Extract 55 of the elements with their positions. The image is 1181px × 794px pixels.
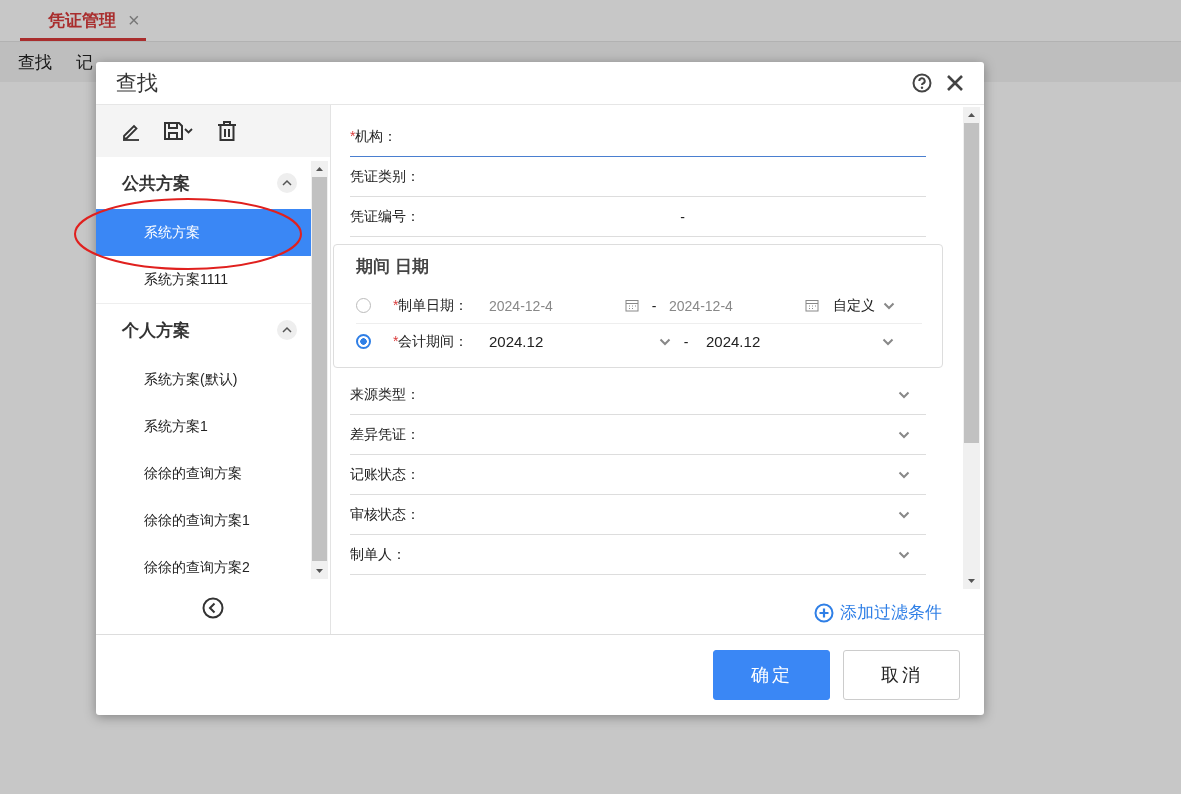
chevron-down-icon [898, 550, 910, 559]
chevron-down-icon [659, 337, 671, 346]
scrollbar[interactable] [963, 107, 980, 589]
panel-title: 期间 日期 [356, 256, 430, 278]
select-field[interactable]: 差异凭证： [350, 415, 926, 455]
field-label: *制单日期： [393, 296, 470, 315]
scheme-item[interactable]: 徐徐的查询方案2 [96, 544, 311, 591]
range-separator: - [680, 208, 685, 225]
select-field[interactable]: 来源类型： [350, 375, 926, 415]
select-field[interactable]: 记账状态： [350, 455, 926, 495]
help-icon[interactable] [912, 73, 932, 93]
add-filter-link[interactable]: 添加过滤条件 [814, 601, 942, 624]
menu-item[interactable]: 查找 [18, 50, 52, 74]
collapse-toggle-icon[interactable] [277, 173, 297, 193]
form-field[interactable]: *机构： [350, 117, 926, 157]
confirm-button[interactable]: 确定 [713, 650, 830, 700]
chevron-down-icon [898, 430, 910, 439]
group-title: 个人方案 [122, 319, 190, 342]
select-field[interactable]: 制单人： [350, 535, 926, 575]
range-separator: - [650, 297, 658, 314]
chevron-down-icon [898, 470, 910, 479]
menu-item[interactable]: 记 [76, 50, 93, 74]
chevron-down-icon [882, 337, 894, 346]
form-field[interactable]: 凭证类别： [350, 157, 926, 197]
scheme-item[interactable]: 系统方案1 [96, 403, 311, 450]
select-field[interactable]: 审核状态： [350, 495, 926, 535]
cancel-button[interactable]: 取消 [843, 650, 960, 700]
dialog-title: 查找 [116, 70, 158, 96]
chevron-down-icon [883, 301, 895, 310]
trash-icon[interactable] [217, 121, 237, 141]
radio-button[interactable] [356, 334, 371, 349]
collapse-toggle-icon[interactable] [277, 320, 297, 340]
field-label: *会计期间： [393, 332, 470, 351]
preset-dropdown[interactable]: 自定义 [833, 296, 895, 315]
chevron-down-icon [898, 510, 910, 519]
chevron-down-icon [898, 390, 910, 399]
scrollbar[interactable] [311, 161, 328, 579]
form-field[interactable]: 凭证编号： - [350, 197, 926, 237]
calendar-icon [625, 299, 639, 312]
scheme-item[interactable]: 系统方案 [96, 209, 311, 256]
scheme-item[interactable]: 徐徐的查询方案 [96, 450, 311, 497]
date-field[interactable]: 2024-12-4 [669, 297, 819, 314]
save-icon[interactable] [163, 121, 195, 141]
range-separator: - [682, 333, 690, 350]
period-dropdown[interactable]: 2024.12 [489, 333, 671, 350]
group-title: 公共方案 [122, 172, 190, 195]
scheme-item[interactable]: 系统方案(默认) [96, 356, 311, 403]
collapse-left-icon[interactable] [202, 597, 224, 619]
scheme-item[interactable]: 系统方案1111 [96, 256, 311, 303]
date-field[interactable]: 2024-12-4 [489, 297, 639, 314]
calendar-icon [805, 299, 819, 312]
close-icon[interactable] [946, 74, 964, 92]
period-dropdown[interactable]: 2024.12 [706, 333, 894, 350]
plus-circle-icon [814, 602, 834, 623]
scheme-item[interactable]: 徐徐的查询方案1 [96, 497, 311, 544]
